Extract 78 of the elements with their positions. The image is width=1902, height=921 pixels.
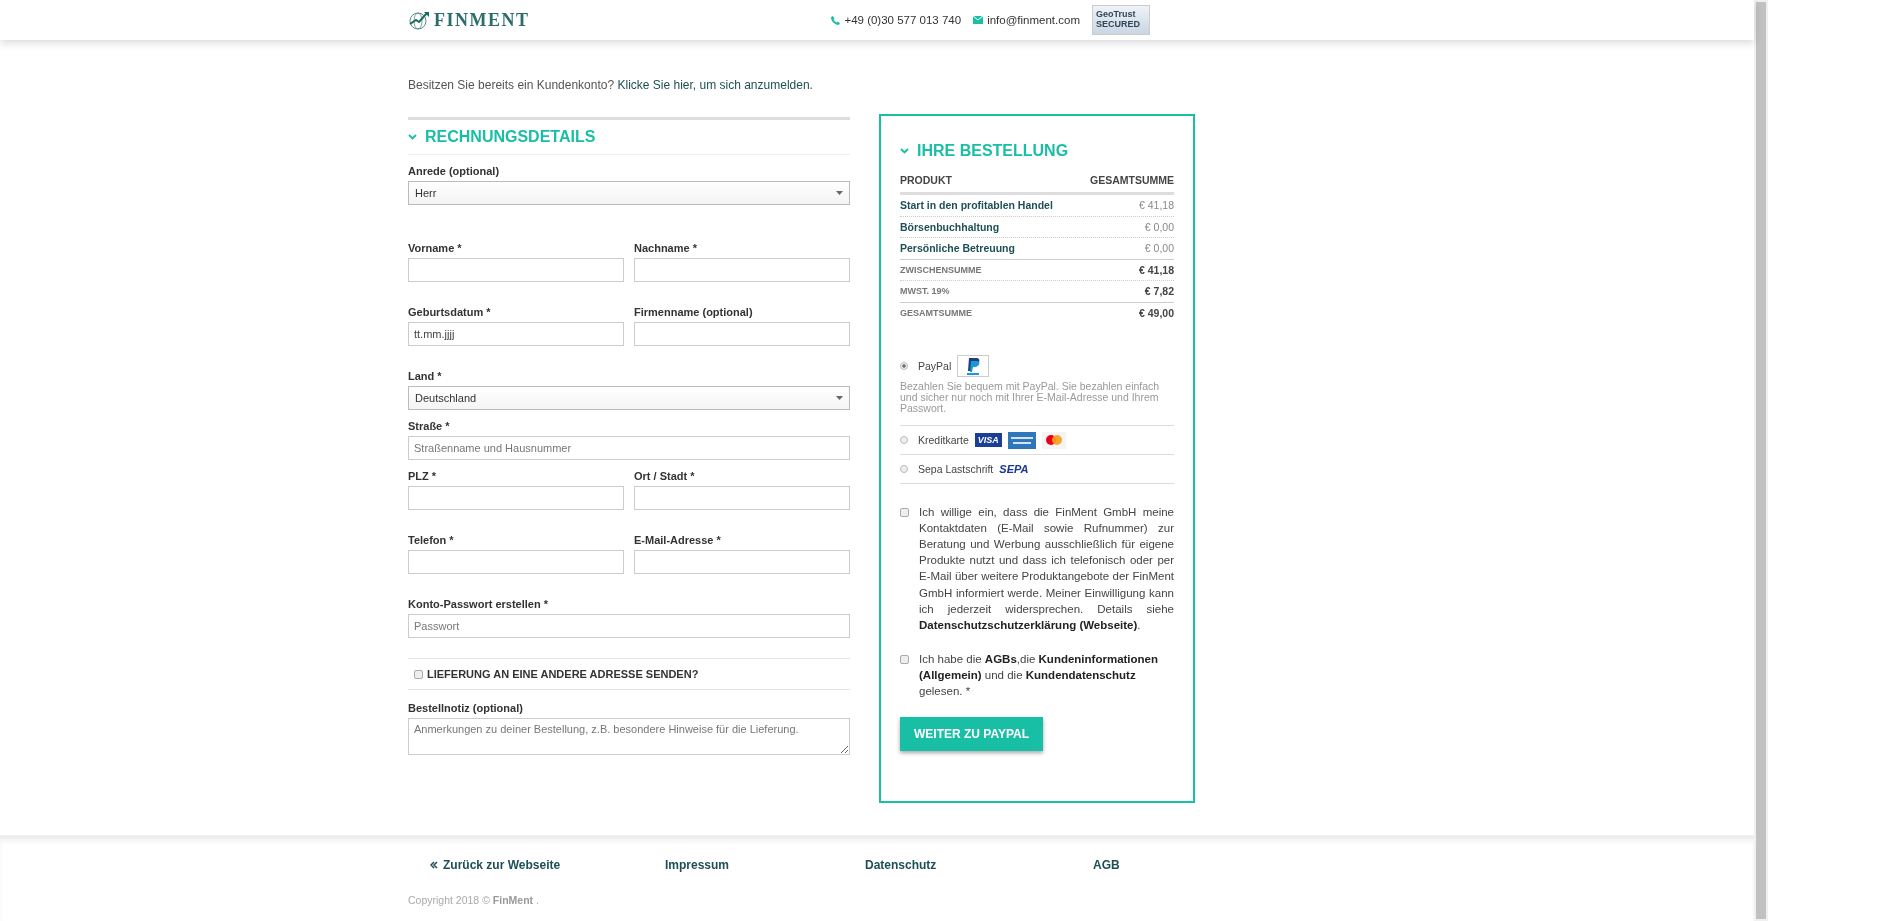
checkbox-label: LIEFERUNG AN EINE ANDERE ADRESSE SENDEN? xyxy=(427,668,699,680)
amount: € 0,00 xyxy=(1144,242,1174,255)
mastercard-logo-icon xyxy=(1041,431,1066,449)
input-field[interactable]: Straßenname und Hausnummer xyxy=(408,436,850,460)
field-label: Vorname * xyxy=(408,242,463,254)
finment-logo[interactable]: FINMENT xyxy=(408,9,530,31)
field-label: Ort / Stadt * xyxy=(634,470,696,482)
payment-label: Sepa Lastschrift xyxy=(918,463,994,476)
field-label: Konto-Passwort erstellen * xyxy=(408,598,549,610)
radio-button[interactable] xyxy=(900,362,908,370)
input-field[interactable] xyxy=(634,322,850,346)
security-seal[interactable]: GeoTrust SECURED xyxy=(1092,5,1150,35)
radio-button[interactable] xyxy=(900,436,908,445)
footer-link[interactable]: AGB xyxy=(1093,858,1173,873)
section-title: RECHNUNGSDETAILS xyxy=(425,128,596,146)
amount: € 49,00 xyxy=(1138,307,1174,320)
payment-description: Bezahlen Sie bequem mit PayPal. Sie bezahlen einfach und sicher nur noch mit Ihrer E-Mail-Adresse und Ihrem Passwort. xyxy=(900,381,1161,415)
visa-logo: VISA xyxy=(974,433,1002,448)
email-contact[interactable]: info@finment.com xyxy=(973,14,1080,26)
login-notice: Besitzen Sie bereits ein Kundenkonto? Klicke Sie hier, um sich anzumelden. xyxy=(408,78,814,94)
input-field[interactable]: Passwort xyxy=(408,614,850,638)
field-label: Firmenname (optional) xyxy=(634,306,754,318)
amount: € 7,82 xyxy=(1144,285,1174,298)
input-field[interactable] xyxy=(634,550,850,574)
double-chevron-icon xyxy=(430,861,438,870)
product-name: Persönliche Betreuung xyxy=(900,242,1015,255)
field-label: Geburtsdatum * xyxy=(408,306,492,318)
amount: € 0,00 xyxy=(1144,220,1174,233)
product-name: Börsenbuchhaltung xyxy=(900,220,1000,233)
checkbox[interactable] xyxy=(900,508,909,518)
select-field[interactable]: Herr xyxy=(408,181,850,205)
input-field[interactable] xyxy=(408,550,624,574)
field-label: E-Mail-Adresse * xyxy=(634,534,722,546)
caret-icon xyxy=(836,396,843,400)
input-field[interactable]: tt.mm.jjjj xyxy=(408,322,624,346)
column-header: GESAMTSUMME xyxy=(1090,174,1174,186)
field-label: Nachname * xyxy=(634,242,698,254)
paypal-logo-icon xyxy=(957,355,990,377)
consent-text: Ich habe die AGBs,die Kundeninformationen (Allgemein) und die Kundendatenschutz gelesen. * xyxy=(919,651,1160,699)
amount: € 41,18 xyxy=(1138,263,1174,276)
summary-label: GESAMTSUMME xyxy=(900,308,972,319)
input-field[interactable] xyxy=(408,258,624,282)
section-title: IHRE BESTELLUNG xyxy=(917,142,1069,160)
field-label: Anrede (optional) xyxy=(408,165,501,177)
summary-label: ZWISCHENSUMME xyxy=(900,264,982,275)
field-label: PLZ * xyxy=(408,470,438,482)
summary-label: MWST. 19% xyxy=(900,286,950,297)
phone-contact[interactable]: +49 (0)30 577 013 740 xyxy=(831,14,962,26)
column-header: PRODUKT xyxy=(900,174,952,186)
footer-link[interactable]: Datenschutz xyxy=(865,858,1093,873)
checkbox[interactable] xyxy=(900,654,909,664)
field-label: Telefon * xyxy=(408,534,455,546)
phone-icon xyxy=(831,15,841,25)
input-field[interactable] xyxy=(634,258,850,282)
copyright: Copyright 2018 © FinMent . xyxy=(408,894,540,907)
sepa-logo: SEPA xyxy=(999,463,1029,476)
amex-logo-icon xyxy=(1007,431,1036,449)
field-label: Straße * xyxy=(408,420,451,432)
footer-link[interactable]: Impressum xyxy=(665,858,865,873)
globe-chart-icon xyxy=(408,10,430,30)
envelope-icon xyxy=(973,16,984,24)
scrollbar[interactable] xyxy=(1754,0,1768,921)
select-field[interactable]: Deutschland xyxy=(408,386,850,410)
radio-button[interactable] xyxy=(900,465,908,474)
footer-link[interactable]: Zurück zur Webseite xyxy=(430,858,665,873)
consent-text: Ich willige ein, dass die FinMent GmbH meine Kontaktdaten (E-Mail sowie Rufnummer) zur Beratung und Werbung ausschließlich für eigene Produkte nutzt und dass ich telefonisch oder per E-Mail über weitere Produktangebote der FinMent GmbH informiert werde. Meiner Einwilligung kann ich jederzeit widersprechen. Details siehe Datenschutzschutzerklärung (Webseite). xyxy=(919,505,1174,633)
caret-icon xyxy=(836,191,843,195)
login-link[interactable]: Klicke Sie hier, um sich anzumelden. xyxy=(617,78,813,92)
product-name: Start in den profitablen Handel xyxy=(900,199,1053,212)
text-area[interactable]: Anmerkungen zu deiner Bestellung, z.B. besondere Hinweise für die Lieferung. xyxy=(408,718,850,755)
payment-label: PayPal xyxy=(918,360,952,372)
payment-label: Kreditkarte xyxy=(918,434,969,447)
field-label: Bestellnotiz (optional) xyxy=(408,702,524,714)
checkbox[interactable] xyxy=(414,669,423,679)
input-field[interactable] xyxy=(634,486,850,510)
amount: € 41,18 xyxy=(1138,199,1174,212)
input-field[interactable] xyxy=(408,486,624,510)
field-label: Land * xyxy=(408,370,443,382)
